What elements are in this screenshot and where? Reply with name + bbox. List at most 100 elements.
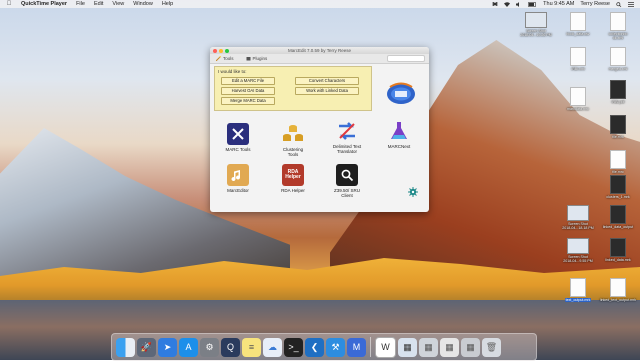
toolbar-search-field[interactable] xyxy=(387,55,425,62)
xml-file-icon xyxy=(570,47,586,66)
spotlight-search-icon[interactable] xyxy=(616,1,622,7)
marceditor-icon xyxy=(227,164,249,186)
notification-center-icon[interactable] xyxy=(628,1,634,7)
word-icon[interactable]: W xyxy=(375,336,396,358)
apple-menu-icon[interactable]:  xyxy=(6,1,12,7)
rda-helper-icon: RDA Helper xyxy=(282,164,304,186)
desktop-file[interactable]: book_data.csv xyxy=(558,12,598,36)
document-file-icon xyxy=(570,12,586,31)
preview-icon[interactable]: ▦ xyxy=(419,337,438,357)
pdf-file-icon xyxy=(610,80,626,99)
menu-window[interactable]: Window xyxy=(133,1,153,7)
desktop-file[interactable]: collectionbo ok.xml xyxy=(598,12,638,40)
mrk-file-icon xyxy=(610,115,626,134)
desktop-file[interactable]: linked_text_output.mrk xyxy=(598,278,638,302)
menu-bar:  QuickTime Player File Edit View Window… xyxy=(0,0,640,8)
desktop-file[interactable]: clusters_1.mrk xyxy=(598,175,638,199)
desktop-file[interactable]: text_output.mrk xyxy=(558,278,598,303)
screenshot-file-icon xyxy=(525,12,547,28)
rda-helper-launcher[interactable]: RDA Helper RDA Helper xyxy=(270,164,316,193)
delimited-text-translator-launcher[interactable]: Delimited Text Translator xyxy=(324,120,370,154)
trash-icon[interactable]: 🗑 xyxy=(482,337,501,357)
battery-icon[interactable] xyxy=(528,1,537,7)
work-with-linked-data-button[interactable]: Work with Linked Data xyxy=(295,87,359,95)
window-title: MarcEdit 7.0.59 by Terry Reese xyxy=(288,48,351,53)
desktop-file[interactable]: marcdata.mrc xyxy=(558,87,598,111)
wifi-icon[interactable] xyxy=(504,1,511,7)
visual-studio-code-icon[interactable]: ❮ xyxy=(305,337,324,357)
folder-file-icon xyxy=(610,205,626,224)
mrk-file-icon xyxy=(610,175,626,194)
marcnext-flask-icon xyxy=(388,120,410,142)
window-toolbar: Tools Plugins xyxy=(210,54,429,64)
desktop-file[interactable]: linked_data_output xyxy=(598,205,638,229)
marcedit-window: MarcEdit 7.0.59 by Terry Reese Tools Plu… xyxy=(210,47,429,212)
marc-tools-icon xyxy=(227,123,249,145)
harvest-oai-data-button[interactable]: Harvest OAI Data xyxy=(221,87,275,95)
minimize-button[interactable] xyxy=(219,48,223,53)
menu-edit[interactable]: Edit xyxy=(94,1,103,7)
settings-gear-icon[interactable] xyxy=(408,187,418,197)
marceditor-launcher[interactable]: MarcEditor xyxy=(215,164,261,193)
marc-tools-launcher[interactable]: MARC Tools xyxy=(215,123,261,152)
quicktime-icon[interactable]: Q xyxy=(221,337,240,357)
clustering-tools-launcher[interactable]: Clustering Tools xyxy=(270,123,316,157)
desktop-file[interactable]: Screen Shot 2018-04...9.55 PM xyxy=(558,238,598,263)
z3950-sru-client-launcher[interactable]: Z39.50/ SRU Client xyxy=(324,164,370,198)
launchpad-icon[interactable]: 🚀 xyxy=(137,337,156,357)
mrk-file-icon xyxy=(610,278,626,297)
desktop-file[interactable]: IRBI.pdf xyxy=(598,80,638,104)
tools-menu-button[interactable]: Tools xyxy=(214,56,236,62)
terminal-icon[interactable]: >_ xyxy=(284,337,303,357)
system-preferences-icon[interactable]: ⚙ xyxy=(200,337,219,357)
volume-icon[interactable] xyxy=(516,1,522,7)
preview-icon[interactable]: ▦ xyxy=(440,337,459,357)
dock-separator xyxy=(370,337,371,357)
z3950-search-icon xyxy=(336,164,358,186)
desktop-file[interactable]: merged.xml xyxy=(598,47,638,71)
desktop-file[interactable]: file.mrk xyxy=(598,115,638,139)
finder-icon[interactable] xyxy=(116,337,135,357)
dock: 🚀 ➤ A ⚙ Q ≡ ☁ >_ ❮ ⚒ M W ▦ ▦ ▦ ▦ 🗑 xyxy=(111,333,537,361)
merge-marc-data-button[interactable]: Merge MARC Data xyxy=(221,97,275,105)
xml-file-icon xyxy=(610,12,626,31)
plugins-menu-button[interactable]: Plugins xyxy=(244,56,270,61)
desktop-file[interactable]: file.mrc xyxy=(598,150,638,174)
app-menu[interactable]: QuickTime Player xyxy=(21,1,67,7)
marc-file-icon xyxy=(610,150,626,169)
desktop-file[interactable]: Screen Shot 2018-04...18.18 PM xyxy=(558,205,598,230)
task-panel: I would like to: Edit a MARC File Harves… xyxy=(214,66,372,111)
preview-icon[interactable]: ▦ xyxy=(461,337,480,357)
notes-icon[interactable]: ≡ xyxy=(242,337,261,357)
clustering-tools-icon xyxy=(282,123,304,145)
desktop-file[interactable]: IRBI.xml xyxy=(558,47,598,71)
menu-clock[interactable]: Thu 9:45 AM xyxy=(543,1,574,7)
desktop-file[interactable]: linked_data.mrk xyxy=(598,238,638,262)
marc-file-icon xyxy=(570,87,586,106)
edit-marc-file-button[interactable]: Edit a MARC File xyxy=(221,77,275,85)
mrk-file-icon xyxy=(570,278,586,297)
delimited-text-translator-icon xyxy=(336,120,358,142)
menu-user[interactable]: Terry Reese xyxy=(580,1,610,7)
window-titlebar[interactable]: MarcEdit 7.0.59 by Terry Reese xyxy=(210,47,429,54)
xml-file-icon xyxy=(610,47,626,66)
xcode-icon[interactable]: ⚒ xyxy=(326,337,345,357)
screenshot-file-icon xyxy=(567,205,589,221)
convert-characters-button[interactable]: Convert Characters xyxy=(295,77,359,85)
safari-icon[interactable]: ➤ xyxy=(158,337,177,357)
cloud-icon[interactable]: ☁ xyxy=(263,337,282,357)
wand-icon xyxy=(215,56,221,62)
desktop-file[interactable]: Screen Shot 2018-04...19.26 PM xyxy=(516,12,556,37)
menu-view[interactable]: View xyxy=(112,1,124,7)
close-button[interactable] xyxy=(213,48,217,53)
preview-icon[interactable]: ▦ xyxy=(398,337,417,357)
screenshot-file-icon xyxy=(567,238,589,254)
menu-file[interactable]: File xyxy=(76,1,85,7)
mrk-file-icon xyxy=(610,238,626,257)
marcnext-launcher[interactable]: MARCNext xyxy=(376,120,422,149)
app-store-icon[interactable]: A xyxy=(179,337,198,357)
zoom-button[interactable] xyxy=(225,48,229,53)
dropbox-icon[interactable] xyxy=(492,1,499,7)
marcedit-icon[interactable]: M xyxy=(347,337,366,357)
menu-help[interactable]: Help xyxy=(162,1,173,7)
